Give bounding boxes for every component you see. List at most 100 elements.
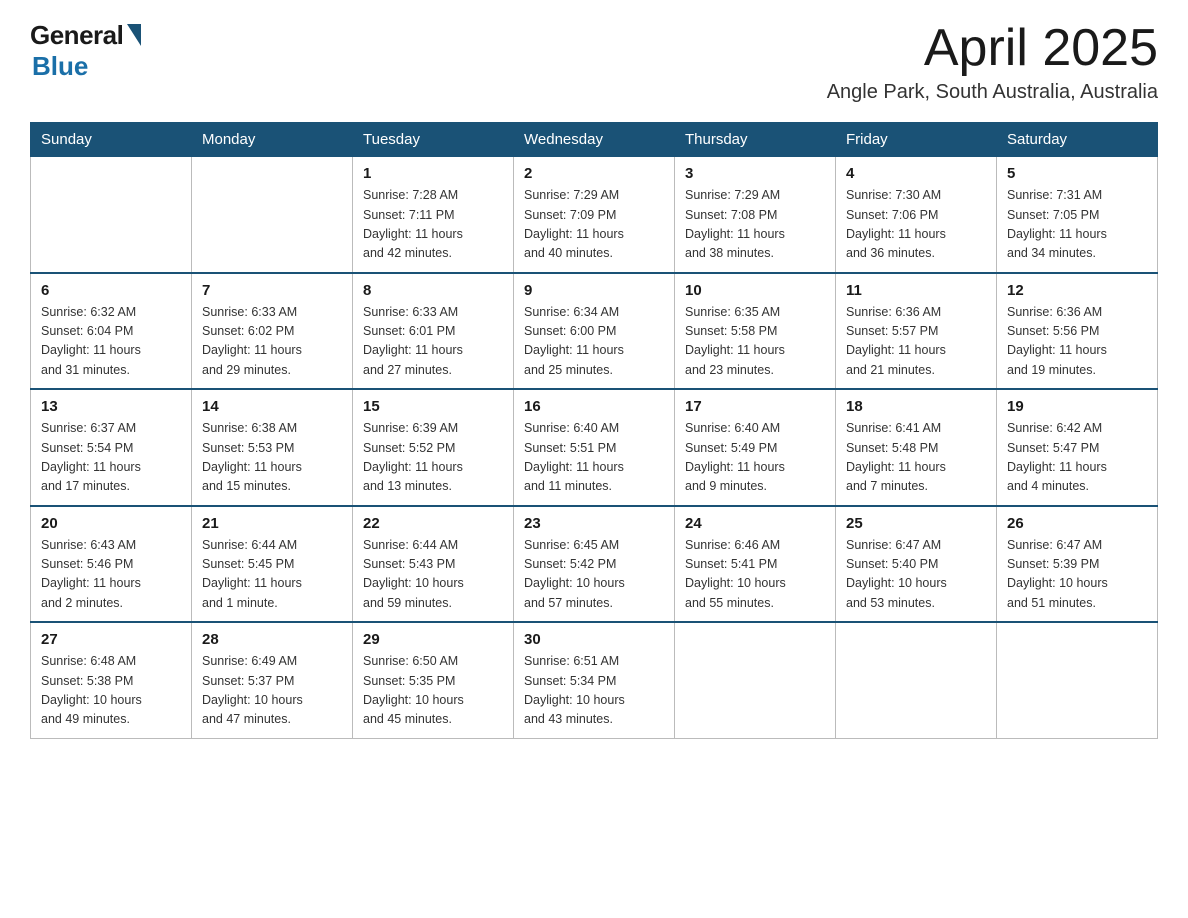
weekday-header-sunday: Sunday bbox=[31, 123, 192, 157]
day-number: 12 bbox=[1007, 282, 1147, 299]
day-number: 3 bbox=[685, 165, 825, 182]
title-section: April 2025 Angle Park, South Australia, … bbox=[827, 20, 1158, 104]
weekday-header-saturday: Saturday bbox=[997, 123, 1158, 157]
calendar-week-row: 1 Sunrise: 7:28 AMSunset: 7:11 PMDaylight… bbox=[31, 157, 1158, 273]
calendar-day-cell: 15Sunrise: 6:39 AMSunset: 5:52 PMDayligh… bbox=[353, 389, 514, 506]
month-title: April 2025 bbox=[827, 20, 1158, 77]
location-title: Angle Park, South Australia, Australia bbox=[827, 81, 1158, 104]
day-number: 23 bbox=[524, 515, 664, 532]
calendar-day-cell: 11 Sunrise: 6:36 AMSunset: 5:57 PMDayligh… bbox=[836, 273, 997, 390]
day-info: Sunrise: 6:36 AMSunset: 5:57 PMDaylight:… bbox=[846, 303, 986, 381]
day-number: 18 bbox=[846, 398, 986, 415]
calendar-day-cell: 21Sunrise: 6:44 AMSunset: 5:45 PMDayligh… bbox=[192, 506, 353, 623]
day-info: Sunrise: 6:42 AMSunset: 5:47 PMDaylight:… bbox=[1007, 419, 1147, 497]
day-info: Sunrise: 6:46 AMSunset: 5:41 PMDaylight:… bbox=[685, 536, 825, 614]
day-number: 8 bbox=[363, 282, 503, 299]
calendar-day-cell: 6Sunrise: 6:32 AMSunset: 6:04 PMDaylight… bbox=[31, 273, 192, 390]
calendar-day-cell: 25 Sunrise: 6:47 AMSunset: 5:40 PMDayligh… bbox=[836, 506, 997, 623]
day-number: 9 bbox=[524, 282, 664, 299]
day-number: 29 bbox=[363, 631, 503, 648]
calendar-day-cell: 13 Sunrise: 6:37 AMSunset: 5:54 PMDayligh… bbox=[31, 389, 192, 506]
day-info: Sunrise: 6:45 AMSunset: 5:42 PMDaylight:… bbox=[524, 536, 664, 614]
day-info: Sunrise: 6:40 AMSunset: 5:51 PMDaylight:… bbox=[524, 419, 664, 497]
calendar-week-row: 6Sunrise: 6:32 AMSunset: 6:04 PMDaylight… bbox=[31, 273, 1158, 390]
day-info: Sunrise: 6:35 AMSunset: 5:58 PMDaylight:… bbox=[685, 303, 825, 381]
day-info: Sunrise: 6:47 AMSunset: 5:40 PMDaylight:… bbox=[846, 536, 986, 614]
day-info: Sunrise: 7:29 AMSunset: 7:08 PMDaylight:… bbox=[685, 186, 825, 264]
day-number: 16 bbox=[524, 398, 664, 415]
calendar-week-row: 27 Sunrise: 6:48 AMSunset: 5:38 PMDayligh… bbox=[31, 622, 1158, 738]
page-header: General Blue April 2025 Angle Park, Sout… bbox=[30, 20, 1158, 104]
weekday-header-wednesday: Wednesday bbox=[514, 123, 675, 157]
day-number: 4 bbox=[846, 165, 986, 182]
day-info: Sunrise: 6:36 AMSunset: 5:56 PMDaylight:… bbox=[1007, 303, 1147, 381]
weekday-header-tuesday: Tuesday bbox=[353, 123, 514, 157]
day-number: 24 bbox=[685, 515, 825, 532]
calendar-day-cell: 10 Sunrise: 6:35 AMSunset: 5:58 PMDayligh… bbox=[675, 273, 836, 390]
calendar-day-cell: 19Sunrise: 6:42 AMSunset: 5:47 PMDayligh… bbox=[997, 389, 1158, 506]
day-number: 13 bbox=[41, 398, 181, 415]
empty-cell bbox=[192, 157, 353, 273]
calendar-day-cell: 9 Sunrise: 6:34 AMSunset: 6:00 PMDaylight… bbox=[514, 273, 675, 390]
day-number: 22 bbox=[363, 515, 503, 532]
day-info: Sunrise: 6:40 AMSunset: 5:49 PMDaylight:… bbox=[685, 419, 825, 497]
day-info: Sunrise: 6:38 AMSunset: 5:53 PMDaylight:… bbox=[202, 419, 342, 497]
empty-cell bbox=[997, 622, 1158, 738]
calendar-day-cell: 28Sunrise: 6:49 AMSunset: 5:37 PMDayligh… bbox=[192, 622, 353, 738]
weekday-header-thursday: Thursday bbox=[675, 123, 836, 157]
day-info: Sunrise: 6:41 AMSunset: 5:48 PMDaylight:… bbox=[846, 419, 986, 497]
calendar-table: SundayMondayTuesdayWednesdayThursdayFrid… bbox=[30, 122, 1158, 739]
day-number: 30 bbox=[524, 631, 664, 648]
calendar-day-cell: 3 Sunrise: 7:29 AMSunset: 7:08 PMDaylight… bbox=[675, 157, 836, 273]
weekday-header-friday: Friday bbox=[836, 123, 997, 157]
day-info: Sunrise: 6:37 AMSunset: 5:54 PMDaylight:… bbox=[41, 419, 181, 497]
day-number: 15 bbox=[363, 398, 503, 415]
calendar-week-row: 13 Sunrise: 6:37 AMSunset: 5:54 PMDayligh… bbox=[31, 389, 1158, 506]
day-number: 10 bbox=[685, 282, 825, 299]
calendar-day-cell: 7 Sunrise: 6:33 AMSunset: 6:02 PMDaylight… bbox=[192, 273, 353, 390]
day-number: 2 bbox=[524, 165, 664, 182]
calendar-day-cell: 1 Sunrise: 7:28 AMSunset: 7:11 PMDaylight… bbox=[353, 157, 514, 273]
logo: General Blue bbox=[30, 20, 141, 82]
weekday-header-monday: Monday bbox=[192, 123, 353, 157]
day-info: Sunrise: 6:48 AMSunset: 5:38 PMDaylight:… bbox=[41, 652, 181, 730]
calendar-day-cell: 8 Sunrise: 6:33 AMSunset: 6:01 PMDaylight… bbox=[353, 273, 514, 390]
day-info: Sunrise: 6:49 AMSunset: 5:37 PMDaylight:… bbox=[202, 652, 342, 730]
day-number: 25 bbox=[846, 515, 986, 532]
day-info: Sunrise: 6:44 AMSunset: 5:43 PMDaylight:… bbox=[363, 536, 503, 614]
calendar-day-cell: 16 Sunrise: 6:40 AMSunset: 5:51 PMDayligh… bbox=[514, 389, 675, 506]
calendar-day-cell: 20Sunrise: 6:43 AMSunset: 5:46 PMDayligh… bbox=[31, 506, 192, 623]
day-info: Sunrise: 7:28 AMSunset: 7:11 PMDaylight:… bbox=[363, 186, 503, 264]
calendar-week-row: 20Sunrise: 6:43 AMSunset: 5:46 PMDayligh… bbox=[31, 506, 1158, 623]
calendar-day-cell: 12 Sunrise: 6:36 AMSunset: 5:56 PMDayligh… bbox=[997, 273, 1158, 390]
calendar-day-cell: 2Sunrise: 7:29 AMSunset: 7:09 PMDaylight… bbox=[514, 157, 675, 273]
day-number: 26 bbox=[1007, 515, 1147, 532]
day-info: Sunrise: 6:51 AMSunset: 5:34 PMDaylight:… bbox=[524, 652, 664, 730]
calendar-day-cell: 30 Sunrise: 6:51 AMSunset: 5:34 PMDayligh… bbox=[514, 622, 675, 738]
day-info: Sunrise: 6:33 AMSunset: 6:01 PMDaylight:… bbox=[363, 303, 503, 381]
day-info: Sunrise: 6:33 AMSunset: 6:02 PMDaylight:… bbox=[202, 303, 342, 381]
day-number: 7 bbox=[202, 282, 342, 299]
calendar-day-cell: 23 Sunrise: 6:45 AMSunset: 5:42 PMDayligh… bbox=[514, 506, 675, 623]
day-number: 21 bbox=[202, 515, 342, 532]
day-info: Sunrise: 6:34 AMSunset: 6:00 PMDaylight:… bbox=[524, 303, 664, 381]
logo-arrow-icon bbox=[127, 24, 141, 46]
calendar-header-row: SundayMondayTuesdayWednesdayThursdayFrid… bbox=[31, 123, 1158, 157]
day-info: Sunrise: 6:50 AMSunset: 5:35 PMDaylight:… bbox=[363, 652, 503, 730]
calendar-day-cell: 14 Sunrise: 6:38 AMSunset: 5:53 PMDayligh… bbox=[192, 389, 353, 506]
day-number: 20 bbox=[41, 515, 181, 532]
day-number: 1 bbox=[363, 165, 503, 182]
day-number: 11 bbox=[846, 282, 986, 299]
logo-blue-text: Blue bbox=[32, 51, 88, 82]
calendar-day-cell: 22 Sunrise: 6:44 AMSunset: 5:43 PMDayligh… bbox=[353, 506, 514, 623]
day-info: Sunrise: 7:30 AMSunset: 7:06 PMDaylight:… bbox=[846, 186, 986, 264]
day-number: 27 bbox=[41, 631, 181, 648]
empty-cell bbox=[836, 622, 997, 738]
calendar-day-cell: 26Sunrise: 6:47 AMSunset: 5:39 PMDayligh… bbox=[997, 506, 1158, 623]
calendar-day-cell: 18 Sunrise: 6:41 AMSunset: 5:48 PMDayligh… bbox=[836, 389, 997, 506]
logo-general-text: General bbox=[30, 20, 123, 51]
calendar-day-cell: 29 Sunrise: 6:50 AMSunset: 5:35 PMDayligh… bbox=[353, 622, 514, 738]
calendar-day-cell: 24 Sunrise: 6:46 AMSunset: 5:41 PMDayligh… bbox=[675, 506, 836, 623]
day-info: Sunrise: 6:32 AMSunset: 6:04 PMDaylight:… bbox=[41, 303, 181, 381]
day-number: 14 bbox=[202, 398, 342, 415]
